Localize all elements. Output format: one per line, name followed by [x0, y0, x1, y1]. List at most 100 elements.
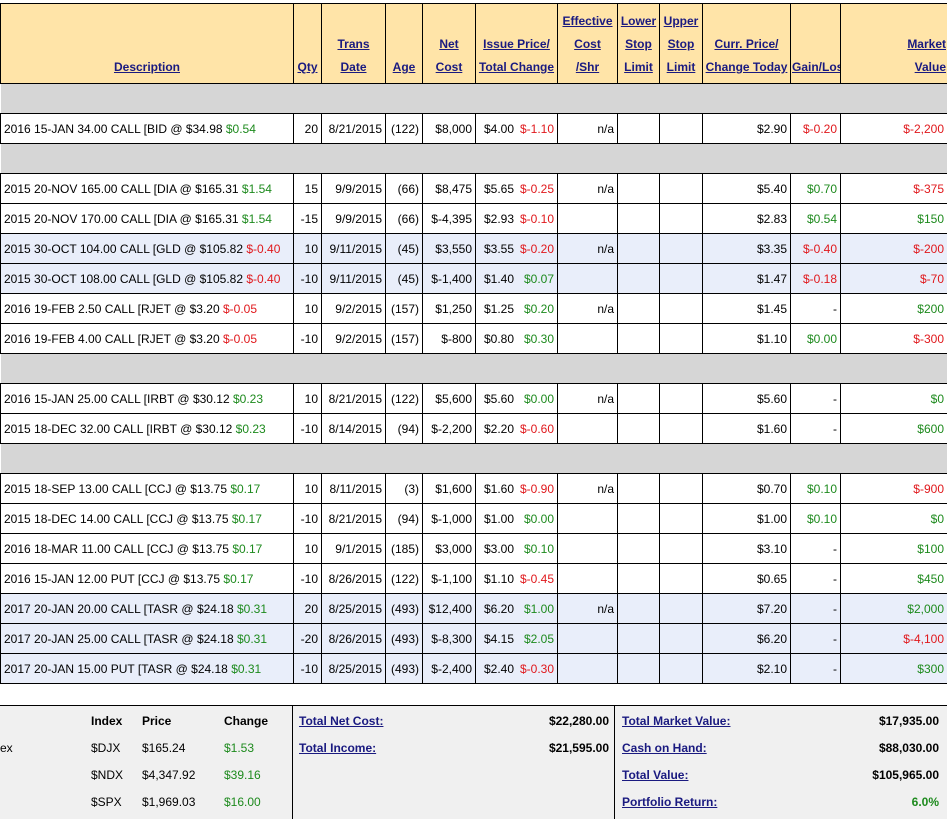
- position-row[interactable]: 2015 30-OCT 108.00 CALL [GLD @ $105.82 $…: [1, 264, 947, 294]
- col-qty[interactable]: Qty: [294, 4, 322, 84]
- position-issue-price: $3.00$0.10: [476, 534, 558, 564]
- position-description: 2015 18-SEP 13.00 CALL [CCJ @ $13.75 $0.…: [1, 474, 294, 504]
- col-lower-stop[interactable]: LowerStopLimit: [618, 4, 660, 84]
- position-gain-loss: $0: [841, 504, 947, 534]
- position-change-today: -: [791, 564, 841, 594]
- position-row[interactable]: 2015 30-OCT 104.00 CALL [GLD @ $105.82 $…: [1, 234, 947, 264]
- position-qty-text: -10: [301, 272, 318, 286]
- total-value-label[interactable]: Total Value:: [622, 768, 688, 782]
- position-net-cost-text: $5,600: [435, 392, 472, 406]
- position-upper-stop: [660, 204, 703, 234]
- position-curr-price-text: $0.70: [757, 482, 787, 496]
- position-description: 2016 15-JAN 34.00 CALL [BID @ $34.98 $0.…: [1, 114, 294, 144]
- position-change-today: -: [791, 654, 841, 684]
- col-curr-price[interactable]: Curr. Price/Change Today: [703, 4, 791, 84]
- position-symbol-text: 2016 15-JAN 34.00 CALL [BID @ $34.98: [4, 122, 226, 136]
- position-upper-stop: [660, 174, 703, 204]
- position-row[interactable]: 2015 18-SEP 13.00 CALL [CCJ @ $13.75 $0.…: [1, 474, 947, 504]
- position-row[interactable]: 2017 20-JAN 25.00 CALL [TASR @ $24.18 $0…: [1, 624, 947, 654]
- total-change-text: $0.30: [514, 332, 554, 346]
- total-change-text: $-0.25: [514, 182, 554, 196]
- col-trans-date[interactable]: TransDate: [322, 4, 386, 84]
- position-row[interactable]: 2015 18-DEC 32.00 CALL [IRBT @ $30.12 $0…: [1, 414, 947, 444]
- position-row[interactable]: 2016 19-FEB 2.50 CALL [RJET @ $3.20 $-0.…: [1, 294, 947, 324]
- position-symbol-text: 2016 19-FEB 4.00 CALL [RJET @ $3.20: [4, 332, 223, 346]
- col-age[interactable]: Age: [386, 4, 423, 84]
- position-trans-date: 9/11/2015: [322, 264, 386, 294]
- group-separator-cell: [1, 444, 947, 474]
- index-price: $1,969.03: [142, 795, 195, 809]
- col-effective-cost[interactable]: EffectiveCost/Shr: [558, 4, 618, 84]
- col-issue-price[interactable]: Issue Price/Total Change: [476, 4, 558, 84]
- position-age-text: (122): [391, 572, 419, 586]
- index-price: $4,347.92: [142, 768, 195, 782]
- position-age: (94): [386, 414, 423, 444]
- cash-on-hand-label[interactable]: Cash on Hand:: [622, 741, 707, 755]
- underlying-change: $0.23: [233, 392, 263, 406]
- underlying-change: $-0.05: [223, 302, 257, 316]
- issue-price-text: $2.93: [484, 212, 514, 226]
- position-curr-price: $3.10: [703, 534, 791, 564]
- position-age-text: (493): [391, 662, 419, 676]
- portfolio-return-label[interactable]: Portfolio Return:: [622, 795, 717, 809]
- position-row[interactable]: 2016 18-MAR 11.00 CALL [CCJ @ $13.75 $0.…: [1, 534, 947, 564]
- position-net-cost-text: $3,550: [435, 242, 472, 256]
- col-gain-loss[interactable]: Gain/Loss: [791, 4, 841, 84]
- issue-price-text: $0.80: [484, 332, 514, 346]
- position-description: 2016 19-FEB 4.00 CALL [RJET @ $3.20 $-0.…: [1, 324, 294, 354]
- position-age: (45): [386, 234, 423, 264]
- position-description: 2017 20-JAN 15.00 PUT [TASR @ $24.18 $0.…: [1, 654, 294, 684]
- col-market-value[interactable]: MarketValue: [841, 4, 947, 84]
- position-change-today: -: [791, 294, 841, 324]
- position-row[interactable]: 2017 20-JAN 15.00 PUT [TASR @ $24.18 $0.…: [1, 654, 947, 684]
- position-gain-loss-text: $-900: [913, 482, 944, 496]
- position-qty-text: 20: [305, 602, 318, 616]
- position-symbol-text: 2015 30-OCT 108.00 CALL [GLD @ $105.82: [4, 272, 246, 286]
- position-age: (122): [386, 114, 423, 144]
- position-upper-stop: [660, 264, 703, 294]
- position-description: 2017 20-JAN 25.00 CALL [TASR @ $24.18 $0…: [1, 624, 294, 654]
- position-issue-price: $1.10$-0.45: [476, 564, 558, 594]
- position-trans-date: 9/11/2015: [322, 234, 386, 264]
- position-row[interactable]: 2016 15-JAN 25.00 CALL [IRBT @ $30.12 $0…: [1, 384, 947, 414]
- position-row[interactable]: 2016 15-JAN 34.00 CALL [BID @ $34.98 $0.…: [1, 114, 947, 144]
- position-change-today-text: -: [833, 302, 837, 316]
- position-change-today: $-0.40: [791, 234, 841, 264]
- position-row[interactable]: 2016 19-FEB 4.00 CALL [RJET @ $3.20 $-0.…: [1, 324, 947, 354]
- position-row[interactable]: 2016 15-JAN 12.00 PUT [CCJ @ $13.75 $0.1…: [1, 564, 947, 594]
- position-issue-price: $6.20$1.00: [476, 594, 558, 624]
- position-row[interactable]: 2015 20-NOV 170.00 CALL [DIA @ $165.31 $…: [1, 204, 947, 234]
- position-symbol-text: 2016 18-MAR 11.00 CALL [CCJ @ $13.75: [4, 542, 232, 556]
- col-net-cost[interactable]: NetCost: [423, 4, 476, 84]
- position-row[interactable]: 2015 20-NOV 165.00 CALL [DIA @ $165.31 $…: [1, 174, 947, 204]
- total-income-label[interactable]: Total Income:: [299, 741, 376, 755]
- position-change-today-text: $0.10: [807, 482, 837, 496]
- total-change-text: $-0.45: [514, 572, 554, 586]
- position-gain-loss-text: $-70: [920, 272, 944, 286]
- position-curr-price: $3.35: [703, 234, 791, 264]
- position-gain-loss-text: $-300: [913, 332, 944, 346]
- position-effective-cost: [558, 624, 618, 654]
- total-change-text: $-1.10: [514, 122, 554, 136]
- position-issue-price: $4.15$2.05: [476, 624, 558, 654]
- position-trans-date-text: 8/26/2015: [329, 632, 382, 646]
- position-net-cost-text: $-2,400: [431, 662, 472, 676]
- issue-price-text: $1.25: [484, 302, 514, 316]
- col-description[interactable]: Description: [1, 4, 294, 84]
- total-market-value-label[interactable]: Total Market Value:: [622, 714, 730, 728]
- col-upper-stop[interactable]: UpperStopLimit: [660, 4, 703, 84]
- position-description: 2015 18-DEC 14.00 CALL [CCJ @ $13.75 $0.…: [1, 504, 294, 534]
- total-net-cost-label[interactable]: Total Net Cost:: [299, 714, 383, 728]
- header-row: Description Qty TransDate Age NetCost Is…: [1, 4, 947, 84]
- index-change: $39.16: [224, 768, 261, 782]
- position-change-today-text: -: [833, 392, 837, 406]
- position-change-today-text: $-0.40: [803, 242, 837, 256]
- position-gain-loss: $-2,200: [841, 114, 947, 144]
- position-net-cost-text: $8,000: [435, 122, 472, 136]
- position-gain-loss-text: $300: [917, 662, 944, 676]
- position-description: 2015 30-OCT 104.00 CALL [GLD @ $105.82 $…: [1, 234, 294, 264]
- position-row[interactable]: 2017 20-JAN 20.00 CALL [TASR @ $24.18 $0…: [1, 594, 947, 624]
- position-symbol-text: 2015 18-DEC 32.00 CALL [IRBT @ $30.12: [4, 422, 236, 436]
- position-age-text: (3): [404, 482, 419, 496]
- position-row[interactable]: 2015 18-DEC 14.00 CALL [CCJ @ $13.75 $0.…: [1, 504, 947, 534]
